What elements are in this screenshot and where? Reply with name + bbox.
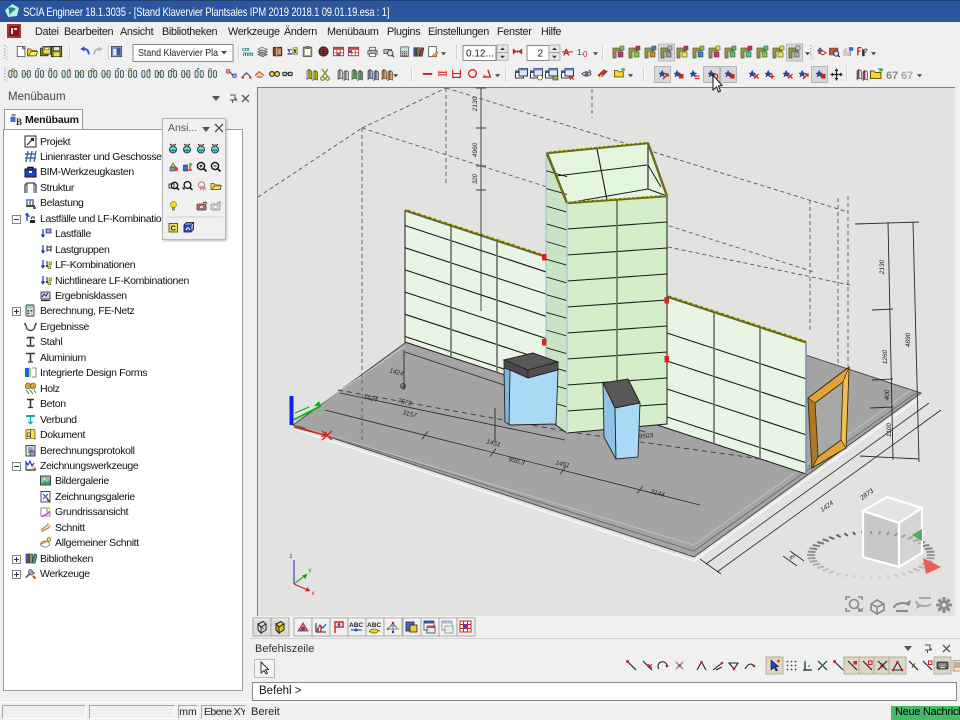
svg-text:67: 67	[901, 70, 913, 82]
svg-text:4960: 4960	[472, 142, 479, 157]
svg-text:ABC: ABC	[349, 622, 363, 629]
svg-text:40: 40	[400, 384, 406, 389]
svg-text:y: y	[309, 568, 312, 574]
svg-text:2: 2	[537, 49, 543, 60]
svg-text:B: B	[16, 117, 22, 127]
svg-text:2873: 2873	[858, 487, 875, 502]
svg-text:x: x	[312, 591, 315, 597]
svg-text:mm: mm	[243, 52, 254, 58]
svg-text:2130: 2130	[879, 259, 886, 275]
svg-text:R: R	[200, 187, 205, 193]
svg-text:Stand Klavervier Pla: Stand Klavervier Pla	[138, 48, 218, 59]
svg-text:67: 67	[886, 70, 898, 82]
svg-text:z: z	[290, 554, 293, 560]
svg-text:9503: 9503	[638, 432, 653, 440]
svg-text:1424: 1424	[819, 499, 835, 513]
svg-text:ABC: ABC	[367, 622, 381, 629]
svg-text:400: 400	[884, 389, 891, 400]
svg-text:0.12...: 0.12...	[466, 49, 494, 60]
svg-text:4890: 4890	[905, 332, 912, 347]
svg-text:Σ: Σ	[287, 47, 293, 57]
svg-text:?: ?	[864, 48, 868, 55]
svg-text:360: 360	[788, 552, 797, 561]
svg-text:320: 320	[473, 173, 479, 184]
svg-text:2130: 2130	[472, 96, 479, 112]
svg-text:1100: 1100	[886, 423, 893, 437]
svg-text:C: C	[171, 224, 177, 233]
svg-text:1260: 1260	[882, 349, 889, 364]
svg-text:0: 0	[583, 50, 588, 59]
